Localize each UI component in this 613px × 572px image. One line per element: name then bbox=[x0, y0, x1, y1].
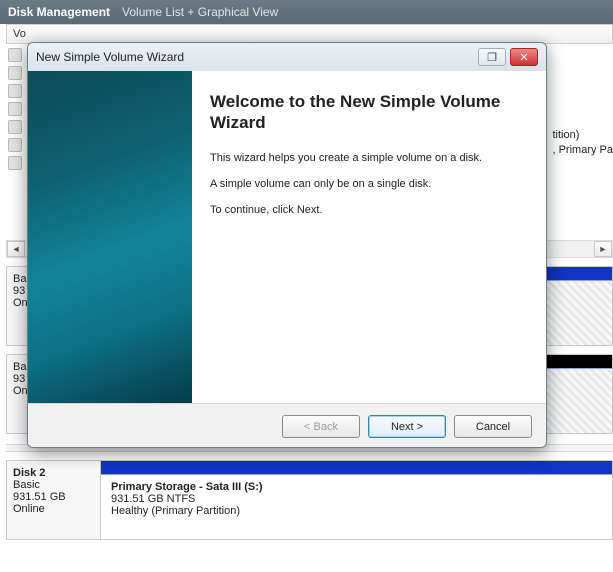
app-subtitle: Volume List + Graphical View bbox=[122, 5, 278, 19]
volume-info: 931.51 GB NTFS bbox=[111, 493, 602, 505]
volume-health: Healthy (Primary Partition) bbox=[111, 505, 602, 517]
wizard-paragraph: To continue, click Next. bbox=[210, 204, 524, 216]
drive-icon bbox=[8, 102, 22, 116]
restore-icon: ❐ bbox=[487, 51, 497, 64]
col-volume: Vo bbox=[13, 28, 26, 40]
disk-name: Disk 2 bbox=[13, 467, 94, 479]
drive-icon bbox=[8, 66, 22, 80]
disk-size: 931.51 GB bbox=[13, 491, 94, 503]
drive-icon bbox=[8, 48, 22, 62]
disk-label: Disk 2 Basic 931.51 GB Online bbox=[7, 461, 101, 539]
disk-volume[interactable]: Primary Storage - Sata III (S:) 931.51 G… bbox=[101, 461, 612, 539]
partial-status-text: tition) , Primary Pa bbox=[552, 128, 613, 158]
next-button[interactable]: Next > bbox=[368, 415, 446, 438]
volume-list-icons bbox=[6, 44, 26, 170]
disk-row[interactable]: Disk 2 Basic 931.51 GB Online Primary St… bbox=[6, 460, 613, 540]
disk-status: Online bbox=[13, 503, 94, 515]
cancel-button[interactable]: Cancel bbox=[454, 415, 532, 438]
volume-list-header[interactable]: Vo bbox=[6, 24, 613, 44]
wizard-footer: < Back Next > Cancel bbox=[28, 403, 546, 448]
close-icon: ✕ bbox=[519, 51, 528, 64]
drive-icon bbox=[8, 120, 22, 134]
wizard-heading: Welcome to the New Simple Volume Wizard bbox=[210, 91, 524, 134]
wizard-title-text: New Simple Volume Wizard bbox=[36, 50, 184, 64]
volume-name: Primary Storage - Sata III (S:) bbox=[111, 481, 602, 493]
back-button: < Back bbox=[282, 415, 360, 438]
volume-stripe bbox=[101, 461, 612, 475]
wizard-paragraph: This wizard helps you create a simple vo… bbox=[210, 152, 524, 164]
scroll-left-button[interactable]: ◄ bbox=[7, 241, 25, 257]
wizard-content: Welcome to the New Simple Volume Wizard … bbox=[192, 71, 546, 403]
app-title: Disk Management bbox=[8, 5, 110, 19]
drive-icon bbox=[8, 138, 22, 152]
drive-icon bbox=[8, 156, 22, 170]
close-button[interactable]: ✕ bbox=[510, 48, 538, 66]
app-title-bar: Disk Management Volume List + Graphical … bbox=[0, 0, 613, 24]
scroll-right-button[interactable]: ► bbox=[594, 241, 612, 257]
wizard-body: Welcome to the New Simple Volume Wizard … bbox=[28, 71, 546, 403]
volume-body: Primary Storage - Sata III (S:) 931.51 G… bbox=[101, 475, 612, 539]
drive-icon bbox=[8, 84, 22, 98]
wizard-side-banner bbox=[28, 71, 192, 403]
new-simple-volume-wizard: New Simple Volume Wizard ❐ ✕ Welcome to … bbox=[27, 42, 547, 448]
restore-button[interactable]: ❐ bbox=[478, 48, 506, 66]
wizard-title-bar[interactable]: New Simple Volume Wizard ❐ ✕ bbox=[28, 43, 546, 71]
main-area: Vo tition) , Primary Pa ◄ ► Ba 93 On B bbox=[0, 24, 613, 572]
wizard-paragraph: A simple volume can only be on a single … bbox=[210, 178, 524, 190]
disk-type: Basic bbox=[13, 479, 94, 491]
